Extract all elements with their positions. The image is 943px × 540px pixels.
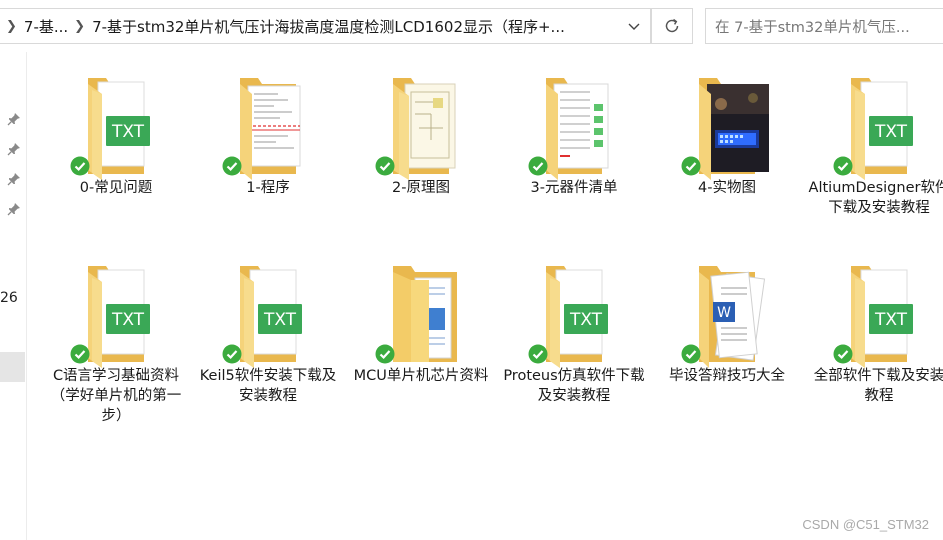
pin-icon[interactable]: [7, 142, 21, 156]
folder-item[interactable]: 2-原理图: [346, 70, 496, 198]
search-box[interactable]: 在 7-基于stm32单片机气压...: [705, 8, 943, 44]
folder-item[interactable]: 4-实物图: [652, 70, 802, 198]
folder-item[interactable]: 3-元器件清单: [499, 70, 649, 198]
file-label[interactable]: 全部软件下载及安装教程: [804, 366, 943, 406]
breadcrumb-item[interactable]: 7-基...: [24, 16, 68, 37]
svg-text:TXT: TXT: [874, 310, 908, 330]
svg-text:TXT: TXT: [111, 122, 145, 142]
svg-text:TXT: TXT: [569, 310, 603, 330]
sync-ok-icon: [833, 344, 853, 364]
file-label[interactable]: 毕设答辩技巧大全: [652, 366, 802, 386]
folder-icon: TXT: [829, 70, 929, 180]
sync-ok-icon: [833, 156, 853, 176]
sync-ok-icon: [528, 344, 548, 364]
file-label[interactable]: 4-实物图: [652, 178, 802, 198]
folder-item[interactable]: TXT Proteus仿真软件下载及安装教程: [499, 258, 649, 406]
folder-icon: [371, 70, 471, 180]
search-placeholder[interactable]: 在 7-基于stm32单片机气压...: [715, 16, 910, 37]
svg-text:W: W: [717, 305, 731, 321]
folder-icon: W: [677, 258, 777, 368]
svg-text:TXT: TXT: [263, 310, 297, 330]
folder-item[interactable]: W 毕设答辩技巧大全: [652, 258, 802, 386]
folder-icon: TXT: [66, 258, 166, 368]
folder-icon: TXT: [218, 258, 318, 368]
sync-ok-icon: [70, 156, 90, 176]
folder-icon: TXT: [524, 258, 624, 368]
folder-item[interactable]: TXT 0-常见问题: [41, 70, 191, 198]
sync-ok-icon: [222, 156, 242, 176]
watermark: CSDN @C51_STM32: [802, 517, 929, 532]
toolbar: ❯ 7-基... ❯ 7-基于stm32单片机气压计海拔高度温度检测LCD160…: [0, 0, 943, 52]
sync-ok-icon: [375, 344, 395, 364]
sync-ok-icon: [222, 344, 242, 364]
file-label[interactable]: Keil5软件安装下载及安装教程: [193, 366, 343, 406]
sync-ok-icon: [375, 156, 395, 176]
file-label[interactable]: 0-常见问题: [41, 178, 191, 198]
folder-item[interactable]: TXT Keil5软件安装下载及安装教程: [193, 258, 343, 406]
sync-ok-icon: [681, 344, 701, 364]
file-label[interactable]: 1-程序: [193, 178, 343, 198]
chevron-down-icon[interactable]: [626, 18, 642, 34]
folder-item[interactable]: 1-程序: [193, 70, 343, 198]
folder-item[interactable]: TXT 全部软件下载及安装教程: [804, 258, 943, 406]
file-label[interactable]: AltiumDesigner软件下载及安装教程: [804, 178, 943, 218]
chevron-right-icon: ❯: [6, 18, 17, 34]
folder-icon: [218, 70, 318, 180]
svg-text:TXT: TXT: [111, 310, 145, 330]
refresh-button[interactable]: [651, 8, 693, 44]
nav-item-label[interactable]: 26: [0, 290, 18, 306]
folder-icon: [371, 258, 471, 368]
sync-ok-icon: [70, 344, 90, 364]
file-label[interactable]: MCU单片机芯片资料: [346, 366, 496, 386]
address-bar[interactable]: ❯ 7-基... ❯ 7-基于stm32单片机气压计海拔高度温度检测LCD160…: [0, 8, 651, 44]
folder-item[interactable]: TXT AltiumDesigner软件下载及安装教程: [804, 70, 943, 218]
nav-item-selected[interactable]: [0, 352, 25, 382]
navigation-pane: 26: [0, 52, 27, 540]
svg-text:TXT: TXT: [874, 122, 908, 142]
pin-icon[interactable]: [7, 172, 21, 186]
file-label[interactable]: 2-原理图: [346, 178, 496, 198]
folder-item[interactable]: MCU单片机芯片资料: [346, 258, 496, 386]
chevron-right-icon[interactable]: ❯: [74, 19, 85, 34]
file-label[interactable]: Proteus仿真软件下载及安装教程: [499, 366, 649, 406]
folder-icon: TXT: [829, 258, 929, 368]
refresh-icon: [665, 18, 679, 33]
folder-icon: TXT: [66, 70, 166, 180]
breadcrumb-item[interactable]: 7-基于stm32单片机气压计海拔高度温度检测LCD1602显示（程序+...: [92, 16, 565, 37]
file-label[interactable]: 3-元器件清单: [499, 178, 649, 198]
sync-ok-icon: [528, 156, 548, 176]
pin-icon[interactable]: [7, 112, 21, 126]
sync-ok-icon: [681, 156, 701, 176]
pin-icon[interactable]: [7, 202, 21, 216]
folder-icon: [677, 70, 777, 180]
file-label[interactable]: C语言学习基础资料（学好单片机的第一步）: [41, 366, 191, 426]
folder-icon: [524, 70, 624, 180]
folder-item[interactable]: TXT C语言学习基础资料（学好单片机的第一步）: [41, 258, 191, 426]
